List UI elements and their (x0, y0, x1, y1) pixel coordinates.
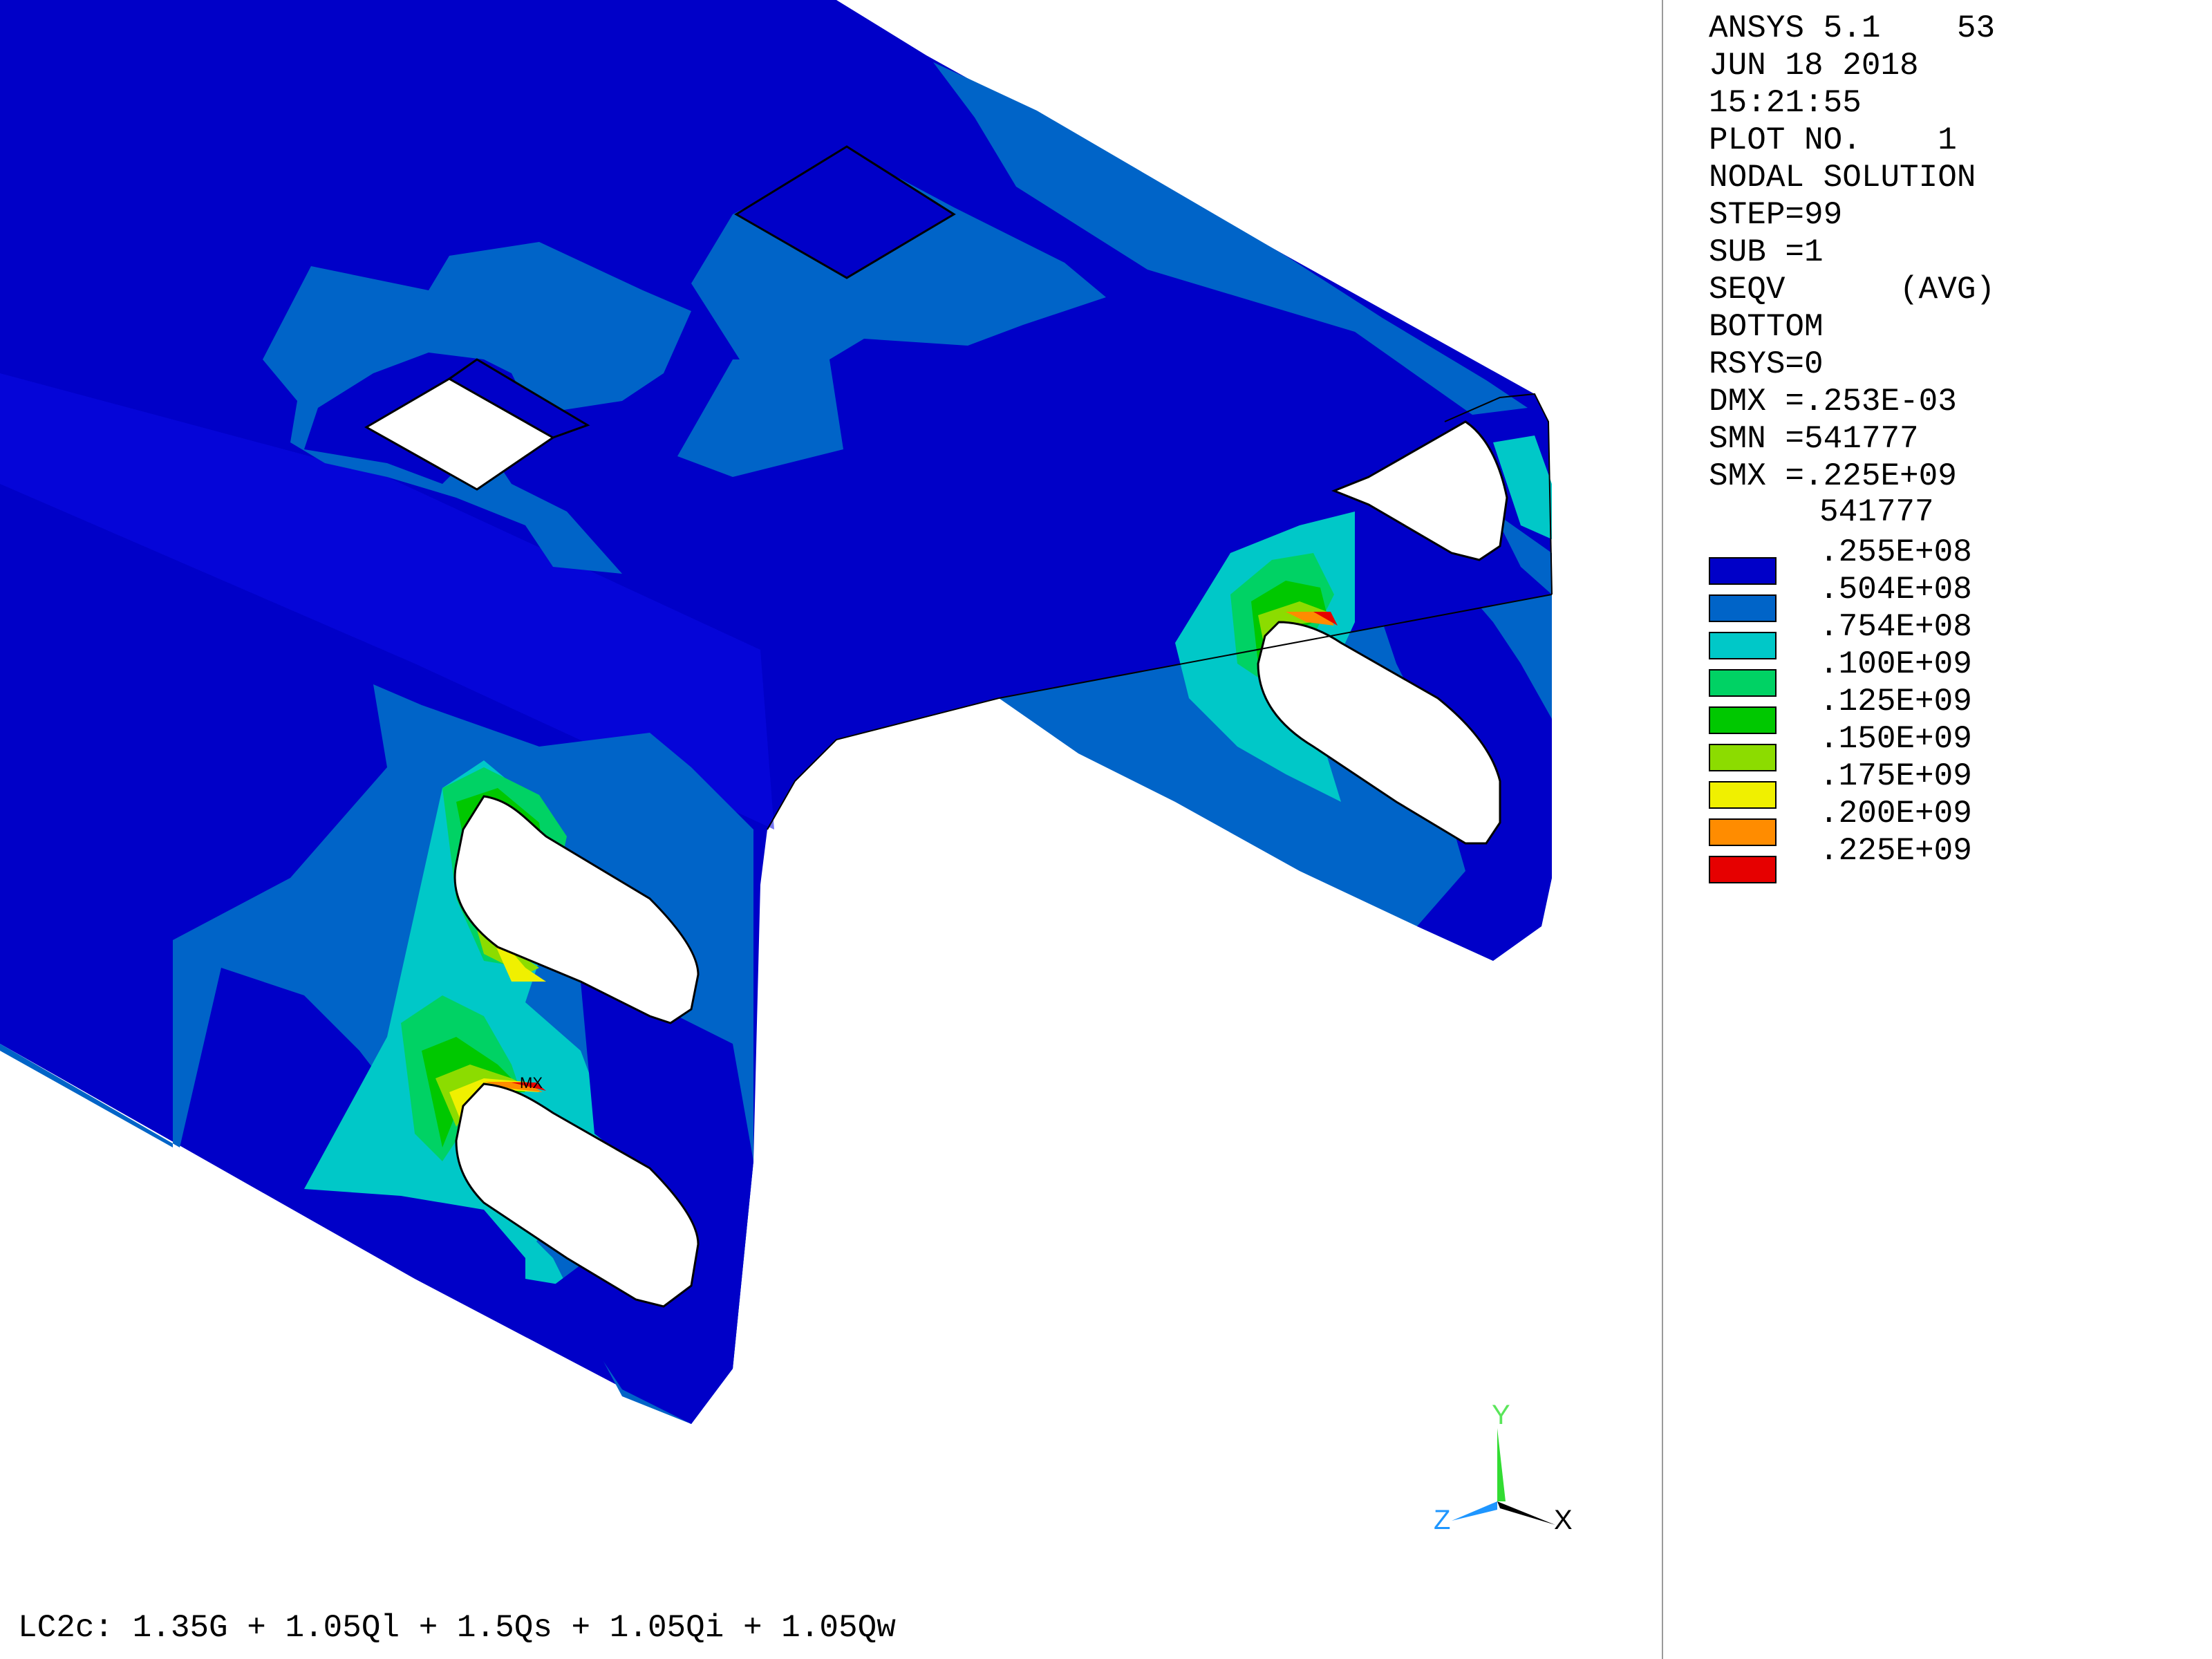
info-line: PLOT NO. 1 (1709, 122, 1957, 158)
info-line: 15:21:55 (1709, 85, 1862, 121)
info-line: SMX =.225E+09 (1709, 458, 1957, 494)
info-line: JUN 18 2018 (1709, 48, 1919, 84)
info-line: BOTTOM (1709, 309, 1824, 345)
legend-label: .754E+08 (1819, 609, 1972, 645)
z-axis-arrow (1452, 1501, 1497, 1521)
x-axis-label: X (1554, 1505, 1573, 1535)
y-axis-arrow (1497, 1428, 1506, 1501)
legend-label: .150E+09 (1819, 721, 1972, 757)
legend-label: .200E+09 (1819, 796, 1972, 832)
legend-min-label: 541777 (1819, 494, 1934, 530)
legend-swatch (1709, 632, 1777, 659)
info-line: DMX =.253E-03 (1709, 384, 1957, 420)
legend-label: .175E+09 (1819, 758, 1972, 794)
legend-label: .504E+08 (1819, 572, 1972, 608)
solution-info-panel: ANSYS 5.1 53 JUN 18 2018 15:21:55 PLOT N… (1709, 10, 1995, 495)
legend-swatch (1709, 557, 1777, 585)
legend-label: .125E+09 (1819, 684, 1972, 720)
info-line: RSYS=0 (1709, 346, 1824, 382)
legend-swatch (1709, 706, 1777, 734)
legend-swatch (1709, 669, 1777, 697)
axis-triad: Y X Z (1434, 1400, 1573, 1535)
legend-label: .100E+09 (1819, 646, 1972, 682)
info-line: SUB =1 (1709, 234, 1824, 270)
load-case-caption: LC2c: 1.35G + 1.05Ql + 1.5Qs + 1.05Qi + … (18, 1610, 896, 1646)
legend-swatch (1709, 856, 1777, 883)
legend-label: .225E+09 (1819, 833, 1972, 869)
max-stress-marker: MX (520, 1074, 543, 1091)
x-axis-arrow (1497, 1501, 1555, 1525)
info-line: SEQV (AVG) (1709, 272, 1996, 308)
info-line: SMN =541777 (1709, 421, 1919, 457)
legend-label: .255E+08 (1819, 534, 1972, 570)
legend-swatch (1709, 594, 1777, 622)
y-axis-label: Y (1492, 1400, 1510, 1430)
panel-divider (1662, 0, 1663, 1659)
contour-plot-viewport[interactable]: MX Y X Z (0, 0, 1662, 1659)
info-line: ANSYS 5.1 53 (1709, 10, 1996, 46)
z-axis-label: Z (1434, 1505, 1450, 1535)
info-line: STEP=99 (1709, 197, 1843, 233)
legend-swatch (1709, 818, 1777, 846)
info-line: NODAL SOLUTION (1709, 160, 1976, 196)
legend-swatch (1709, 781, 1777, 809)
legend-swatch (1709, 744, 1777, 771)
